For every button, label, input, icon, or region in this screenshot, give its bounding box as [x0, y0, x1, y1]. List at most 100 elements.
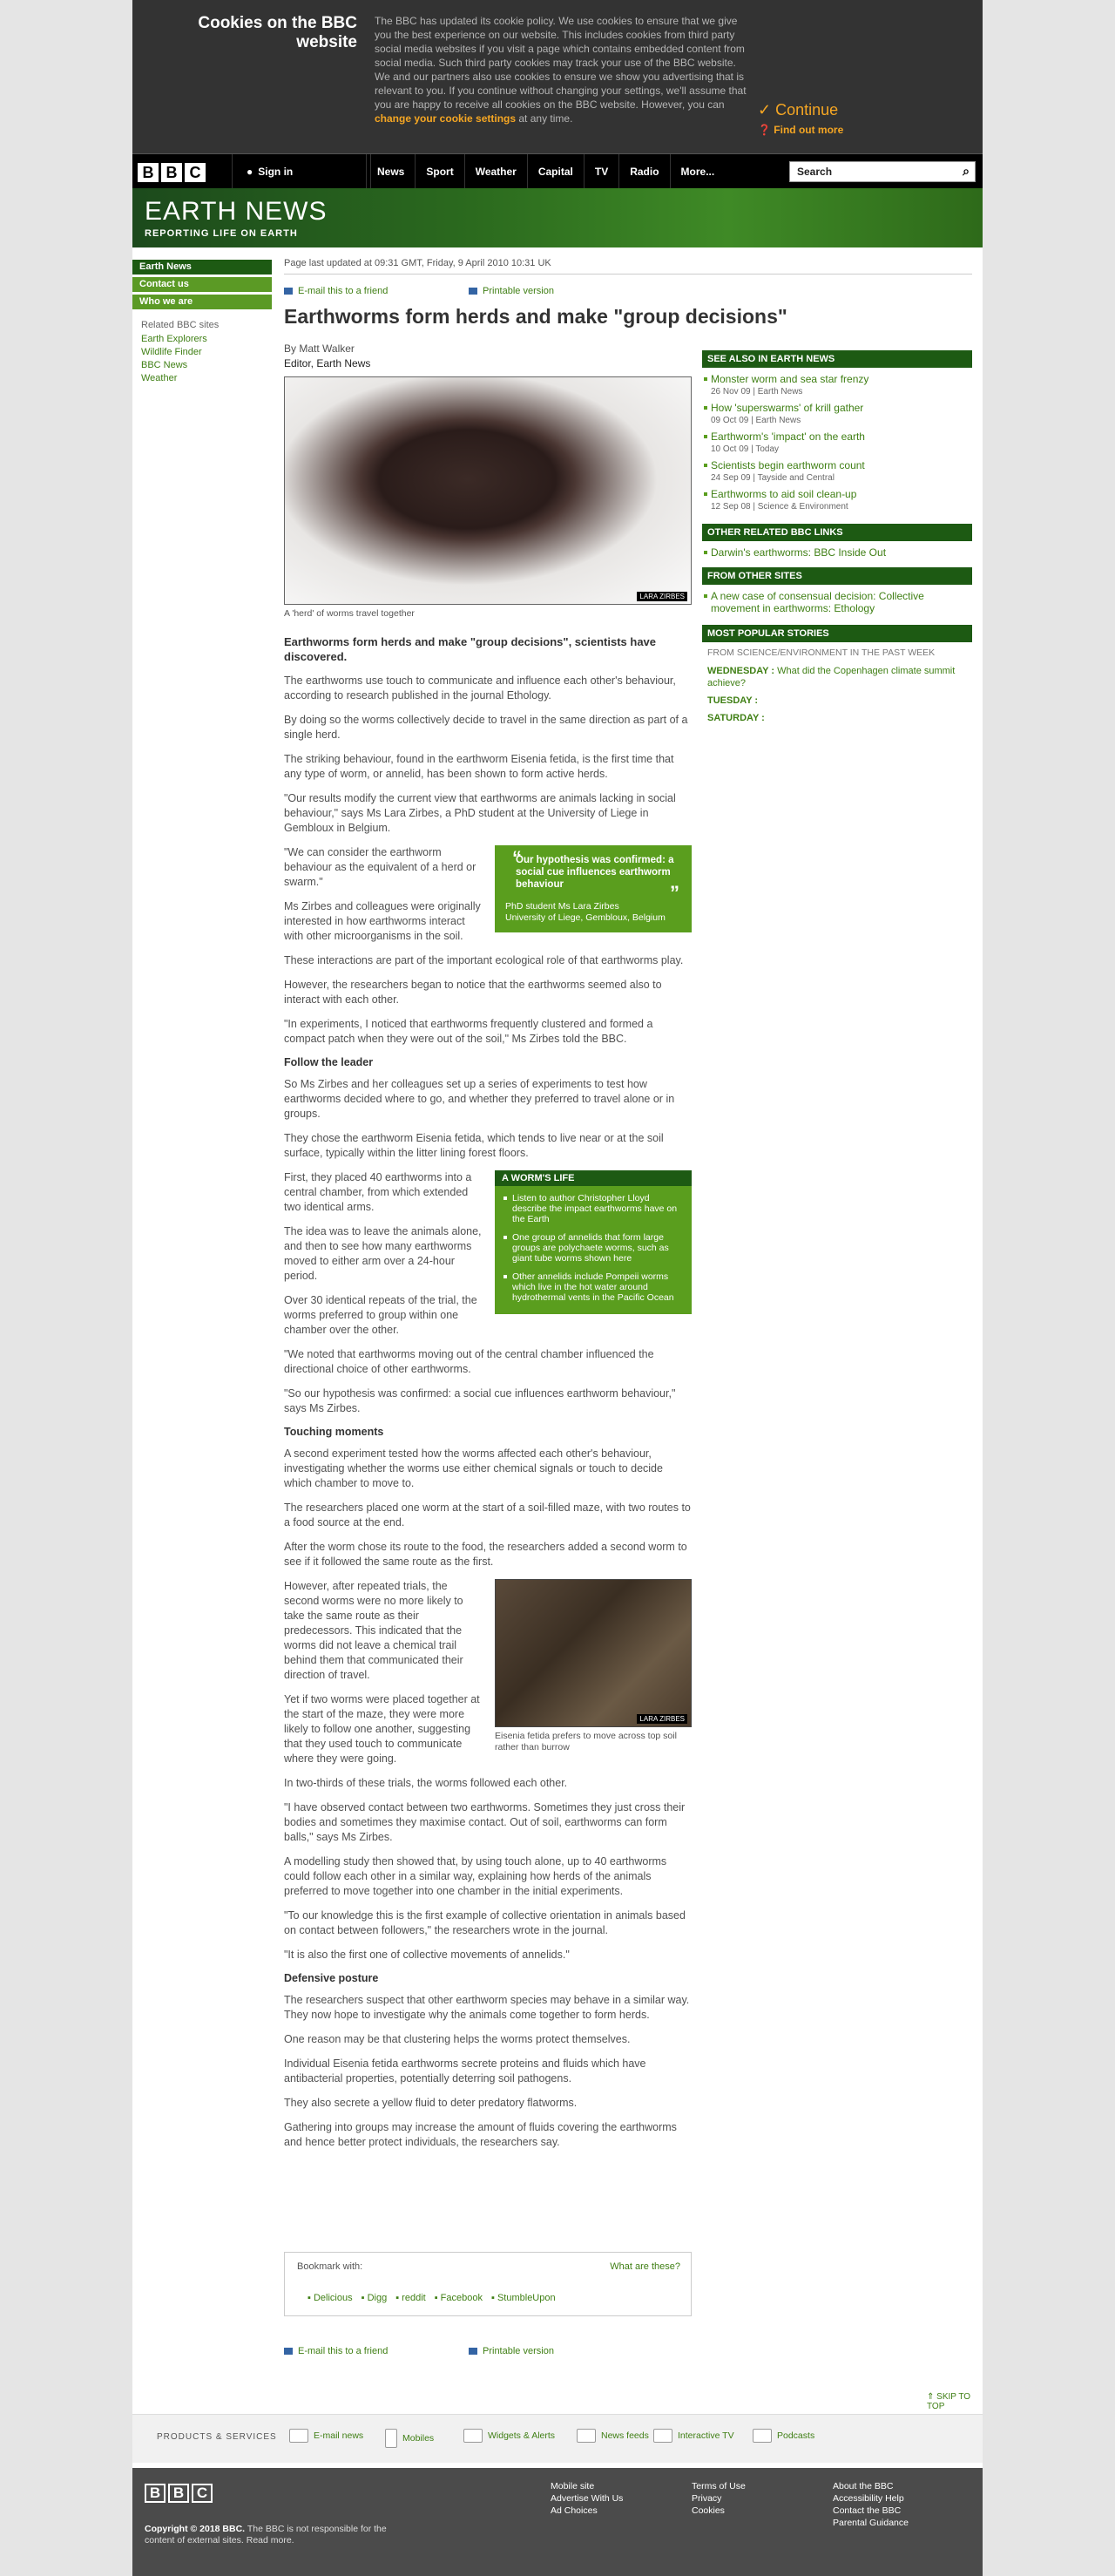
bbc-footer-logo[interactable]: BBC: [145, 2484, 213, 2503]
story-body: LARA ZIRBES A 'herd' of worms travel tog…: [284, 376, 692, 2159]
reddit-link[interactable]: ▪ reddit: [395, 2293, 426, 2303]
footer-link[interactable]: Ad Choices: [551, 2505, 623, 2517]
widgets-link[interactable]: Widgets & Alerts: [463, 2429, 555, 2443]
box-link[interactable]: Listen to author Christopher Lloyd descr…: [503, 1193, 685, 1224]
nav-weather[interactable]: Weather: [463, 154, 527, 189]
other-links-header: OTHER RELATED BBC LINKS: [702, 524, 972, 541]
related-link[interactable]: Wildlife Finder: [141, 347, 272, 357]
interactive-tv-link[interactable]: Interactive TV: [653, 2429, 734, 2443]
nav-news[interactable]: News: [366, 154, 415, 189]
footer-col-3: About the BBC Accessibility Help Contact…: [833, 2480, 909, 2529]
nav-more[interactable]: More...: [669, 154, 726, 189]
search-icon[interactable]: ⌕: [963, 164, 970, 179]
print-icon: [469, 2348, 477, 2356]
leftnav-who[interactable]: Who we are: [132, 295, 272, 309]
related-link[interactable]: BBC News: [141, 360, 272, 370]
phone-icon: [385, 2429, 397, 2448]
cookie-title: Cookies on the BBC website: [198, 14, 357, 51]
footer-link[interactable]: Advertise With Us: [551, 2492, 623, 2505]
byline: By Matt Walker Editor, Earth News: [284, 342, 371, 369]
skip-to-top-link[interactable]: ⇑ SKIP TO TOP: [927, 2392, 983, 2411]
paragraph: "Our results modify the current view tha…: [284, 792, 676, 834]
email-icon: [284, 288, 293, 295]
sign-in-link[interactable]: ● Sign in: [232, 154, 371, 189]
other-sites-header: FROM OTHER SITES: [702, 567, 972, 585]
paragraph: "I have observed contact between two ear…: [284, 1801, 686, 1843]
related-link[interactable]: Weather: [141, 373, 272, 383]
paragraph: "In experiments, I noticed that earthwor…: [284, 1018, 653, 1045]
paragraph: Gathering into groups may increase the a…: [284, 2121, 677, 2148]
related-sites: Related BBC sites Earth Explorers Wildli…: [132, 320, 272, 383]
bbc-logo[interactable]: B B C: [138, 163, 206, 182]
paragraph: A second experiment tested how the worms…: [284, 1447, 663, 1489]
tv-icon: [653, 2429, 672, 2443]
related-link[interactable]: Earth Explorers: [141, 334, 272, 344]
see-also-item[interactable]: Scientists begin earthworm count 24 Sep 0…: [702, 459, 972, 483]
footer-link[interactable]: About the BBC: [833, 2480, 909, 2492]
earth-news-banner: EARTH NEWS REPORTING LIFE ON EARTH: [132, 188, 983, 247]
see-also-item[interactable]: How 'superswarms' of krill gather 09 Oct …: [702, 402, 972, 425]
envelope-icon: [289, 2429, 308, 2443]
bookmark-box: Bookmark with: What are these? ▪ Delicio…: [284, 2252, 692, 2316]
page: Cookies on the BBC website The BBC has u…: [132, 0, 983, 2576]
banner-title: EARTH NEWS: [145, 197, 328, 226]
left-nav: Earth News Contact us Who we are Related…: [132, 260, 272, 386]
other-link[interactable]: Darwin's earthworms: BBC Inside Out: [702, 546, 972, 559]
paragraph: These interactions are part of the impor…: [284, 954, 684, 966]
digg-link[interactable]: ▪ Digg: [362, 2293, 388, 2303]
email-link[interactable]: E-mail this to a friend: [284, 286, 388, 296]
footer-link[interactable]: Parental Guidance: [833, 2517, 909, 2529]
footer-col-1: Mobile site Advertise With Us Ad Choices: [551, 2480, 623, 2517]
mobiles-link[interactable]: Mobiles: [385, 2429, 434, 2448]
facebook-link[interactable]: ▪ Facebook: [435, 2293, 483, 2303]
leftnav-contact[interactable]: Contact us: [132, 277, 272, 292]
copyright: Copyright © 2018 BBC. The BBC is not res…: [145, 2524, 387, 2545]
footer-link[interactable]: Mobile site: [551, 2480, 623, 2492]
news-feeds-link[interactable]: News feeds: [577, 2429, 649, 2443]
worms-life-box: A WORM'S LIFE Listen to author Christoph…: [495, 1170, 692, 1314]
see-also-item[interactable]: Monster worm and sea star frenzy 26 Nov 0…: [702, 373, 972, 397]
find-out-more-link[interactable]: ❓ Find out more: [758, 124, 843, 136]
rss-icon: [577, 2429, 596, 2443]
see-also-item[interactable]: Earthworms to aid soil clean-up 12 Sep 08…: [702, 488, 972, 512]
nav-tv[interactable]: TV: [583, 154, 618, 189]
box-link[interactable]: Other annelids include Pompeii worms whi…: [503, 1271, 685, 1303]
see-also-item[interactable]: Earthworm's 'impact' on the earth 10 Oct …: [702, 430, 972, 454]
podcasts-link[interactable]: Podcasts: [753, 2429, 814, 2443]
other-site-link[interactable]: A new case of consensual decision: Colle…: [702, 590, 972, 614]
close-quote-icon: ”: [670, 882, 679, 904]
what-are-these-link[interactable]: What are these?: [610, 2261, 680, 2272]
delicious-link[interactable]: ▪ Delicious: [307, 2293, 353, 2303]
arrow-up-icon: ⇑: [927, 2392, 937, 2402]
paragraph: By doing so the worms collectively decid…: [284, 714, 688, 741]
footer-link[interactable]: Cookies: [692, 2505, 746, 2517]
stumbleupon-link[interactable]: ▪ StumbleUpon: [491, 2293, 556, 2303]
paragraph: "To our knowledge this is the first exam…: [284, 1909, 686, 1936]
nav-sport[interactable]: Sport: [415, 154, 463, 189]
email-news-link[interactable]: E-mail news: [289, 2429, 363, 2443]
headline: Earthworms form herds and make "group de…: [284, 305, 787, 328]
footer-link[interactable]: Privacy: [692, 2492, 746, 2505]
paragraph: "So our hypothesis was confirmed: a soci…: [284, 1387, 676, 1414]
paragraph: Individual Eisenia fetida earthworms sec…: [284, 2057, 646, 2085]
box-link[interactable]: One group of annelids that form large gr…: [503, 1232, 685, 1264]
search-input[interactable]: Search ⌕: [789, 161, 976, 182]
paragraph: "It is also the first one of collective …: [284, 1949, 570, 1961]
user-icon: ●: [247, 166, 253, 178]
question-icon: ❓: [758, 124, 774, 136]
email-link[interactable]: E-mail this to a friend: [284, 2346, 388, 2356]
continue-button[interactable]: ✓ Continue: [758, 101, 838, 119]
subheading: Touching moments: [284, 1426, 384, 1438]
footer-link[interactable]: Accessibility Help: [833, 2492, 909, 2505]
footer-link[interactable]: Contact the BBC: [833, 2505, 909, 2517]
print-link[interactable]: Printable version: [469, 286, 554, 296]
print-link[interactable]: Printable version: [469, 2346, 554, 2356]
leftnav-earth-news[interactable]: Earth News: [132, 260, 272, 275]
email-icon: [284, 2348, 293, 2356]
cookie-settings-link[interactable]: change your cookie settings: [375, 112, 516, 125]
footer-link[interactable]: Terms of Use: [692, 2480, 746, 2492]
photo-caption: A 'herd' of worms travel together: [284, 608, 415, 619]
nav-capital[interactable]: Capital: [526, 154, 584, 189]
nav-radio[interactable]: Radio: [618, 154, 669, 189]
banner-subtitle: REPORTING LIFE ON EARTH: [145, 228, 298, 239]
